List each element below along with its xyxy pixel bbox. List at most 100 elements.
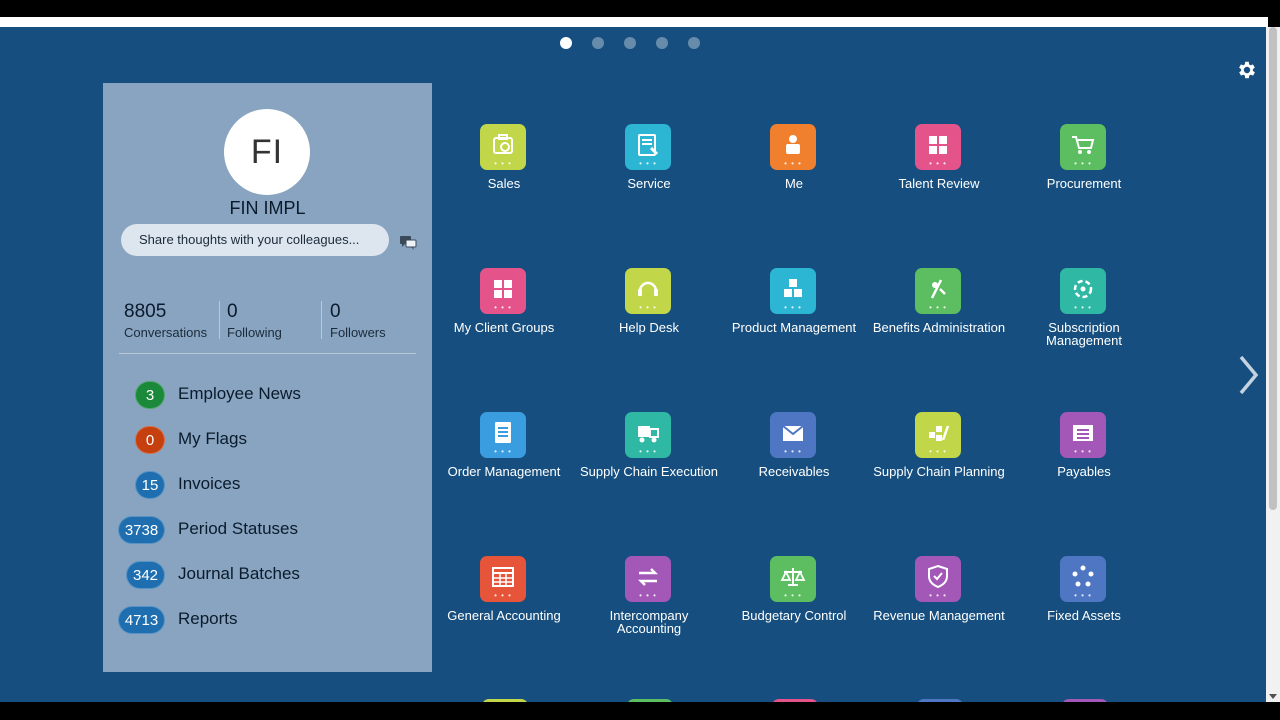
tile-intercompany-accounting[interactable]: • • • Intercompany Accounting (577, 554, 717, 664)
stat-divider (321, 301, 322, 339)
link-label: Period Statuses (178, 519, 299, 538)
subscription-icon: • • • (1060, 268, 1106, 314)
page-dot-1[interactable] (560, 37, 572, 49)
stat-value: 0 (330, 301, 341, 322)
link-invoices[interactable]: 15 Invoices (103, 470, 432, 500)
fixed-assets-icon: • • • (1060, 556, 1106, 602)
tile-label: Sales (487, 176, 521, 191)
tile-subscription-management[interactable]: • • • Subscription Management (1012, 266, 1152, 376)
tile-label: Payables (1057, 464, 1111, 479)
link-reports[interactable]: 4713 Reports (103, 605, 432, 635)
tile-label: My Client Groups (453, 320, 555, 335)
avatar-initials: FI (250, 132, 284, 171)
tile-label: Subscription Management (1046, 320, 1122, 348)
avatar[interactable]: FI (224, 109, 310, 195)
order-management-icon: • • • (480, 412, 526, 458)
bottom-bar (0, 702, 1280, 720)
scrollbar-thumb[interactable] (1269, 27, 1277, 510)
stat-conversations[interactable]: 8805 Conversations (124, 301, 207, 340)
talent-review-icon: • • • (915, 124, 961, 170)
tile-supply-chain-planning[interactable]: • • • Supply Chain Planning (867, 410, 1007, 520)
tile-label: Supply Chain Planning (873, 464, 1005, 479)
vertical-scrollbar[interactable] (1266, 27, 1280, 702)
stat-value: 8805 (124, 301, 167, 322)
tile-label: Me (784, 176, 804, 191)
user-name: FIN IMPL (229, 198, 306, 218)
tile-label: Product Management (731, 320, 857, 335)
receivables-icon: • • • (770, 412, 816, 458)
link-label: Invoices (178, 474, 241, 493)
tile-label: Benefits Administration (872, 320, 1006, 335)
tile-service[interactable]: • • • Service (577, 122, 717, 232)
tile-benefits-administration[interactable]: • • • Benefits Administration (867, 266, 1007, 376)
stat-following[interactable]: 0 Following (227, 301, 282, 340)
tile-my-client-groups[interactable]: • • • My Client Groups (432, 266, 572, 376)
stat-label: Following (227, 325, 282, 340)
tile-revenue-management[interactable]: • • • Revenue Management (867, 554, 1007, 664)
count-badge: 3738 (118, 516, 165, 544)
tile-help-desk[interactable]: • • • Help Desk (577, 266, 717, 376)
link-journal-batches[interactable]: 342 Journal Batches (103, 560, 432, 590)
client-groups-icon: • • • (480, 268, 526, 314)
supply-chain-execution-icon: • • • (625, 412, 671, 458)
tile-budgetary-control[interactable]: • • • Budgetary Control (722, 554, 862, 664)
link-label: Employee News (178, 384, 301, 403)
intercompany-icon: • • • (625, 556, 671, 602)
link-employee-news[interactable]: 3 Employee News (103, 380, 432, 410)
tile-order-management[interactable]: • • • Order Management (432, 410, 572, 520)
tile-label: Help Desk (619, 320, 679, 335)
scroll-down-icon[interactable] (1269, 694, 1277, 699)
page-indicator (560, 37, 700, 49)
general-accounting-icon: • • • (480, 556, 526, 602)
supply-chain-planning-icon: • • • (915, 412, 961, 458)
count-badge: 4713 (118, 606, 165, 634)
page-dot-5[interactable] (688, 37, 700, 49)
revenue-management-icon: • • • (915, 556, 961, 602)
count-badge: 0 (135, 426, 165, 454)
social-stats: 8805 Conversations 0 Following 0 Followe… (121, 301, 417, 341)
stat-label: Followers (330, 325, 386, 340)
tile-product-management[interactable]: • • • Product Management (722, 266, 862, 376)
tile-label: Budgetary Control (741, 608, 847, 623)
tile-me[interactable]: • • • Me (722, 122, 862, 232)
procurement-icon: • • • (1060, 124, 1106, 170)
link-my-flags[interactable]: 0 My Flags (103, 425, 432, 455)
tile-fixed-assets[interactable]: • • • Fixed Assets (1012, 554, 1152, 664)
page-dot-2[interactable] (592, 37, 604, 49)
service-icon: • • • (625, 124, 671, 170)
link-label: My Flags (178, 429, 247, 448)
tile-label: Receivables (758, 464, 830, 479)
tile-receivables[interactable]: • • • Receivables (722, 410, 862, 520)
stat-label: Conversations (124, 325, 208, 340)
page-dot-3[interactable] (624, 37, 636, 49)
tile-label: Talent Review (898, 176, 980, 191)
tile-label: Intercompany Accounting (609, 608, 689, 636)
benefits-icon: • • • (915, 268, 961, 314)
gear-icon[interactable] (1236, 59, 1258, 81)
divider (119, 353, 416, 354)
springboard: FI FIN IMPL Share thoughts with your col… (0, 27, 1266, 702)
tile-sales[interactable]: • • • Sales (432, 122, 572, 232)
page-dot-4[interactable] (656, 37, 668, 49)
conversation-icon[interactable] (399, 235, 417, 251)
tile-label: Procurement (1046, 176, 1122, 191)
help-desk-icon: • • • (625, 268, 671, 314)
tile-label: Service (627, 176, 671, 191)
link-period-statuses[interactable]: 3738 Period Statuses (103, 515, 432, 545)
link-label: Journal Batches (178, 564, 300, 583)
count-badge: 3 (135, 381, 165, 409)
tile-payables[interactable]: • • • Payables (1012, 410, 1152, 520)
tile-label: Supply Chain Execution (579, 464, 719, 479)
stat-followers[interactable]: 0 Followers (330, 301, 386, 340)
link-label: Reports (178, 609, 238, 628)
tile-talent-review[interactable]: • • • Talent Review (867, 122, 1007, 232)
share-thoughts-input[interactable]: Share thoughts with your colleagues... (121, 224, 389, 256)
tile-supply-chain-execution[interactable]: • • • Supply Chain Execution (577, 410, 718, 520)
tile-general-accounting[interactable]: • • • General Accounting (432, 554, 572, 664)
product-management-icon: • • • (770, 268, 816, 314)
tile-procurement[interactable]: • • • Procurement (1012, 122, 1152, 232)
tile-label: Fixed Assets (1047, 608, 1121, 623)
chevron-right-icon[interactable] (1234, 353, 1262, 397)
browser-strip (0, 17, 1268, 27)
sales-icon: • • • (480, 124, 526, 170)
